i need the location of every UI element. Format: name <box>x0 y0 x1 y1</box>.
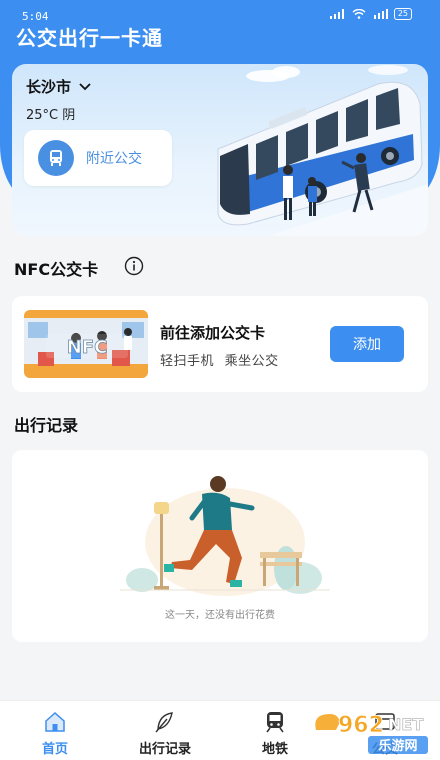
nfc-card[interactable]: NFC 前往添加公交卡 轻扫手机 乘坐公交 添加 <box>12 296 428 392</box>
bus-illustration <box>217 65 428 236</box>
tab-trip-records[interactable]: 出行记录 <box>110 701 220 760</box>
trip-section-title: 出行记录 <box>14 416 79 435</box>
app-title: 公交出行一卡通 <box>16 26 163 50</box>
signal-icon <box>329 9 344 19</box>
weather-text: 25°C 阴 <box>26 108 76 123</box>
running-person-illustration <box>120 476 330 596</box>
trip-record-card: 这一天，还没有出行花费 <box>12 450 428 642</box>
home-icon <box>45 711 65 732</box>
site-watermark: 962 NET 乐游网 <box>315 713 428 754</box>
watermark-brand: 962 <box>338 713 384 738</box>
status-icons: 25 <box>329 8 412 20</box>
nfc-card-subtitle: 轻扫手机 乘坐公交 <box>160 354 279 369</box>
tab-home[interactable]: 首页 <box>0 701 110 760</box>
hero-card: 长沙市 25°C 阴 附近公交 <box>12 64 428 236</box>
metro-train-icon <box>266 712 284 733</box>
info-icon[interactable] <box>124 256 144 276</box>
nfc-section-title: NFC公交卡 <box>14 260 99 279</box>
chevron-down-icon <box>79 82 91 90</box>
nfc-image-text: NFC <box>67 337 108 358</box>
nfc-card-heading: 前往添加公交卡 <box>160 324 266 342</box>
nearby-bus-button[interactable]: 附近公交 <box>24 130 172 186</box>
cellular-icon <box>373 9 388 19</box>
wifi-icon <box>352 9 366 19</box>
watermark-site: 乐游网 <box>378 738 417 754</box>
add-card-button[interactable]: 添加 <box>330 326 404 362</box>
tab-label: 地铁 <box>261 742 288 757</box>
tab-label: 首页 <box>41 742 68 757</box>
city-name: 长沙市 <box>26 78 72 96</box>
nearby-bus-label: 附近公交 <box>86 151 142 167</box>
tab-label: 出行记录 <box>138 742 191 757</box>
city-selector[interactable]: 长沙市 <box>26 76 91 97</box>
empty-trip-text: 这一天，还没有出行花费 <box>165 610 275 621</box>
battery-icon: 25 <box>393 8 412 20</box>
feather-pen-icon <box>155 712 173 733</box>
bus-front-icon <box>38 140 74 176</box>
status-bar: 5:04 25 <box>0 0 440 23</box>
nfc-card-image: NFC <box>24 310 148 378</box>
watermark-suffix: NET <box>388 715 423 734</box>
